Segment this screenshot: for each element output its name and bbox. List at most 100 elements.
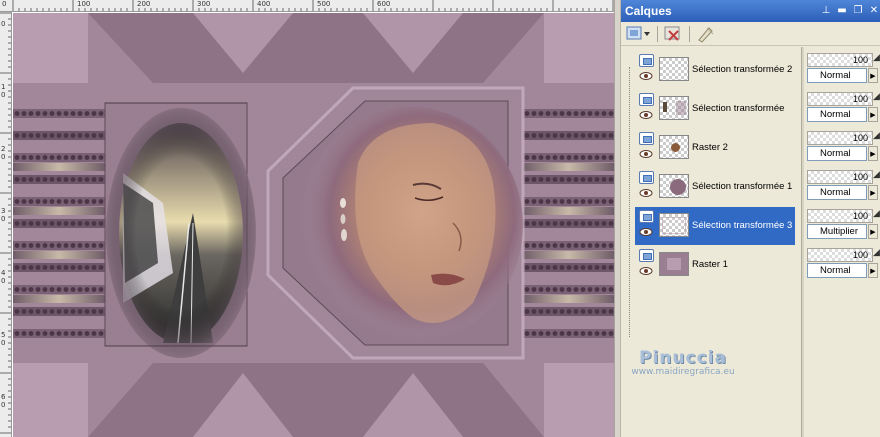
stripe-dot [84, 111, 90, 116]
layer-row[interactable]: Sélection transformée [635, 90, 795, 128]
blend-dropdown-arrow-icon[interactable]: ▶ [868, 68, 878, 83]
stripe-dot [573, 309, 579, 314]
blend-mode-select[interactable]: Normal [807, 107, 867, 122]
stripe-dot [573, 331, 579, 336]
new-layer-icon[interactable] [625, 25, 651, 43]
pin-icon[interactable]: ⊥ [819, 4, 833, 18]
opacity-value: 100 [852, 172, 868, 182]
blend-mode-select[interactable]: Normal [807, 146, 867, 161]
stripe-dot [524, 309, 530, 314]
slider-grip-icon[interactable]: ◢ [873, 170, 880, 180]
edit-layer-icon[interactable] [695, 25, 717, 43]
stripe-dot [531, 221, 537, 226]
eye-icon[interactable] [639, 149, 653, 159]
stripe-dot [35, 155, 41, 160]
stripe-dot [84, 309, 90, 314]
layer-row[interactable]: Sélection transformée 2 [635, 51, 795, 89]
eye-icon[interactable] [639, 227, 653, 237]
blend-dropdown-arrow-icon[interactable]: ▶ [868, 224, 878, 239]
layer-name: Raster 2 [692, 142, 728, 153]
stripe-dot [601, 177, 607, 182]
blend-dropdown-arrow-icon[interactable]: ▶ [868, 185, 878, 200]
blend-mode-select[interactable]: Normal [807, 185, 867, 200]
layer-row[interactable]: Sélection transformée 1 [635, 168, 795, 206]
stripe-dot [552, 243, 558, 248]
stripe-dot [580, 287, 586, 292]
stripe-dot [42, 265, 48, 270]
horizontal-ruler[interactable]: 0 100 200 300 400 500 600 [0, 0, 616, 12]
stripe-dot [545, 221, 551, 226]
stripe-dot [538, 111, 544, 116]
slider-grip-icon[interactable]: ◢ [873, 131, 880, 141]
stripe-dot [56, 221, 62, 226]
stripe-dot [566, 155, 572, 160]
stripe-dot [545, 177, 551, 182]
stripe-dot [77, 133, 83, 138]
stripe-dot [531, 243, 537, 248]
minimize-icon[interactable]: ▬ [835, 4, 849, 18]
stripe-dot [587, 331, 593, 336]
eye-icon[interactable] [639, 71, 653, 81]
stripe-dot [601, 331, 607, 336]
opacity-slider[interactable]: 100 [807, 53, 873, 67]
stripe-dot [608, 199, 614, 204]
eye-icon[interactable] [639, 110, 653, 120]
stripe-dot [538, 331, 544, 336]
panel-divider[interactable] [801, 47, 804, 437]
image-canvas[interactable] [13, 13, 614, 437]
opacity-slider[interactable]: 100 [807, 92, 873, 106]
stripe-dot [98, 243, 104, 248]
opacity-slider[interactable]: 100 [807, 209, 873, 223]
ruler-left-ticks [0, 12, 11, 434]
slider-grip-icon[interactable]: ◢ [873, 248, 880, 258]
stripe-dot [84, 265, 90, 270]
opacity-slider[interactable]: 100 [807, 170, 873, 184]
blend-mode-value: Normal [820, 187, 851, 198]
stripe-dot [77, 265, 83, 270]
stripe-dot [14, 265, 20, 270]
ruler-left-label: 2 [1, 145, 6, 153]
blend-mode-select[interactable]: Normal [807, 68, 867, 83]
blend-mode-select[interactable]: Multiplier [807, 224, 867, 239]
stripe-dot [594, 309, 600, 314]
layer-row[interactable]: Raster 1 [635, 246, 795, 284]
stripe-dot [601, 155, 607, 160]
blend-dropdown-arrow-icon[interactable]: ▶ [868, 146, 878, 161]
stripe-dot [21, 265, 27, 270]
opacity-slider[interactable]: 100 [807, 131, 873, 145]
stripe-dot [566, 265, 572, 270]
stripe-dot [538, 155, 544, 160]
slider-grip-icon[interactable]: ◢ [873, 92, 880, 102]
eye-icon[interactable] [639, 188, 653, 198]
stripe-dot [580, 111, 586, 116]
stripe-dot [594, 177, 600, 182]
opacity-slider[interactable]: 100 [807, 248, 873, 262]
blend-mode-value: Normal [820, 148, 851, 159]
blend-dropdown-arrow-icon[interactable]: ▶ [868, 107, 878, 122]
slider-grip-icon[interactable]: ◢ [873, 53, 880, 63]
stripe-dot [587, 133, 593, 138]
panel-titlebar[interactable]: Calques ⊥ ▬ ❐ ✕ [621, 0, 880, 22]
restore-icon[interactable]: ❐ [851, 4, 865, 18]
stripe-dot [587, 221, 593, 226]
blend-dropdown-arrow-icon[interactable]: ▶ [868, 263, 878, 278]
stripe-dot [56, 133, 62, 138]
stripe-dot [70, 309, 76, 314]
stripe-dot [98, 111, 104, 116]
layer-row[interactable]: Raster 2 [635, 129, 795, 167]
ruler-left-label: 6 [1, 393, 6, 401]
stripe-dot [91, 221, 97, 226]
stripe-dot [42, 155, 48, 160]
layer-row-selected[interactable]: Sélection transformée 3 [635, 207, 795, 245]
delete-layer-icon[interactable] [663, 25, 683, 43]
vertical-ruler[interactable]: 0 1 0 2 0 3 0 4 0 5 0 6 0 [0, 12, 12, 437]
stripe-dot [573, 133, 579, 138]
blend-mode-select[interactable]: Normal [807, 263, 867, 278]
eye-icon[interactable] [639, 266, 653, 276]
stripe-dot [21, 287, 27, 292]
stripe-dot [587, 265, 593, 270]
close-icon[interactable]: ✕ [867, 4, 880, 18]
slider-grip-icon[interactable]: ◢ [873, 209, 880, 219]
stripe-dot [580, 199, 586, 204]
stripe-dot [559, 287, 565, 292]
